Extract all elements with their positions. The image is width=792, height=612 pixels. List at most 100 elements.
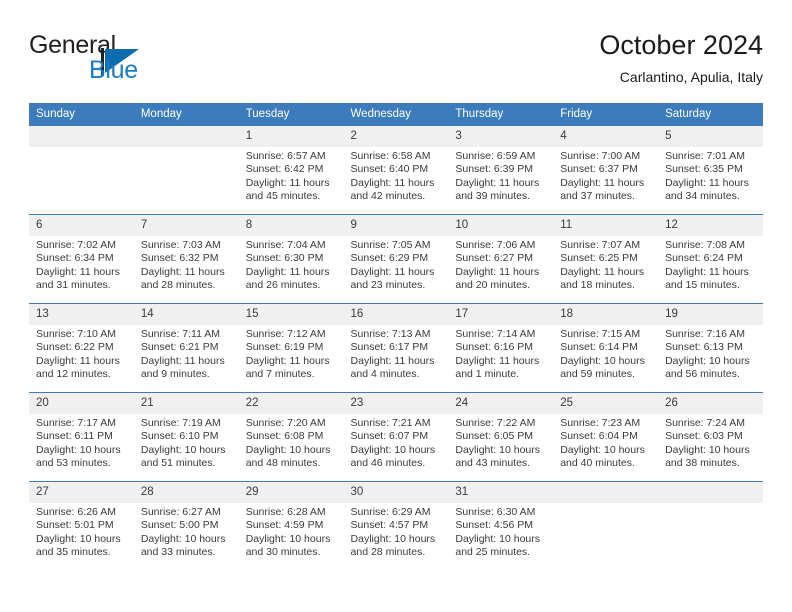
calendar-day-cell[interactable]: 21 Sunrise: 7:19 AM Sunset: 6:10 PM Dayligh…	[133, 392, 239, 482]
day-details: Sunrise: 7:07 AM Sunset: 6:25 PM Daylight:…	[553, 236, 658, 293]
calendar-header-row: Sunday Monday Tuesday Wednesday Thursday…	[29, 103, 763, 126]
calendar-day-cell[interactable]: 20 Sunrise: 7:17 AM Sunset: 6:11 PM Dayligh…	[29, 392, 134, 482]
day-number	[29, 126, 134, 147]
sunrise-text: Sunrise: 7:02 AM	[36, 239, 116, 251]
sunset-text: Sunset: 6:30 PM	[245, 252, 324, 265]
sunset-text: Sunset: 6:04 PM	[560, 430, 638, 443]
day-number: 1	[238, 126, 344, 147]
calendar-day-cell[interactable]: 2 Sunrise: 6:58 AM Sunset: 6:40 PM Daylight…	[343, 126, 449, 215]
sunset-text: Sunset: 6:10 PM	[140, 430, 219, 443]
calendar-day-cell[interactable]: 14 Sunrise: 7:11 AM Sunset: 6:21 PM Dayligh…	[133, 303, 239, 393]
calendar-day-cell[interactable]: 1 Sunrise: 6:57 AM Sunset: 6:42 PM Daylight…	[238, 126, 344, 215]
calendar-day-cell[interactable]: 10 Sunrise: 7:06 AM Sunset: 6:27 PM Dayligh…	[448, 214, 554, 304]
calendar-day-cell[interactable]: 15 Sunrise: 7:12 AM Sunset: 6:19 PM Dayligh…	[238, 303, 344, 393]
day-number: 22	[238, 393, 344, 414]
daylight-text: Daylight: 10 hours and 40 minutes.	[560, 443, 645, 470]
sunset-text: Sunset: 5:00 PM	[140, 519, 219, 532]
calendar-day-cell[interactable]: 12 Sunrise: 7:08 AM Sunset: 6:24 PM Dayligh…	[658, 214, 763, 304]
day-details: Sunrise: 7:01 AM Sunset: 6:35 PM Daylight:…	[658, 147, 763, 204]
day-number: 11	[553, 215, 659, 236]
weekday-header-monday: Monday	[133, 103, 239, 126]
sunrise-text: Sunrise: 7:21 AM	[350, 417, 431, 429]
day-number: 16	[343, 304, 449, 325]
sunrise-text: Sunrise: 7:04 AM	[245, 239, 326, 251]
daylight-text: Daylight: 11 hours and 23 minutes.	[350, 265, 435, 292]
calendar-day-cell[interactable]: 22 Sunrise: 7:20 AM Sunset: 6:08 PM Dayligh…	[238, 392, 344, 482]
sunset-text: Sunset: 6:19 PM	[245, 341, 324, 354]
calendar-day-cell[interactable]: 17 Sunrise: 7:14 AM Sunset: 6:16 PM Dayligh…	[448, 303, 554, 393]
calendar-day-cell[interactable]: 9 Sunrise: 7:05 AM Sunset: 6:29 PM Daylight…	[343, 214, 449, 304]
day-number: 13	[29, 304, 134, 325]
sunset-text: Sunset: 6:16 PM	[455, 341, 534, 354]
calendar-day-cell[interactable]: 31 Sunrise: 6:30 AM Sunset: 4:56 PM Dayligh…	[448, 481, 554, 570]
calendar-week-row: 6 Sunrise: 7:02 AM Sunset: 6:34 PM Daylight…	[29, 214, 763, 304]
day-details: Sunrise: 7:17 AM Sunset: 6:11 PM Daylight:…	[29, 414, 134, 471]
sunrise-text: Sunrise: 7:15 AM	[560, 328, 641, 340]
weekday-header-thursday: Thursday	[448, 103, 554, 126]
sunrise-text: Sunrise: 7:12 AM	[245, 328, 326, 340]
day-number: 24	[448, 393, 554, 414]
day-details: Sunrise: 7:02 AM Sunset: 6:34 PM Daylight:…	[29, 236, 134, 293]
daylight-text: Daylight: 11 hours and 15 minutes.	[665, 265, 749, 292]
daylight-text: Daylight: 11 hours and 39 minutes.	[455, 176, 540, 203]
calendar-day-cell[interactable]: 8 Sunrise: 7:04 AM Sunset: 6:30 PM Daylight…	[238, 214, 344, 304]
daylight-text: Daylight: 10 hours and 25 minutes.	[455, 532, 541, 559]
day-number: 14	[133, 304, 239, 325]
sunset-text: Sunset: 6:37 PM	[560, 163, 638, 176]
sunset-text: Sunset: 6:07 PM	[350, 430, 429, 443]
day-number: 29	[238, 482, 344, 503]
calendar-day-cell[interactable]: 30 Sunrise: 6:29 AM Sunset: 4:57 PM Dayligh…	[343, 481, 449, 570]
sunset-text: Sunset: 6:13 PM	[665, 341, 743, 354]
daylight-text: Daylight: 10 hours and 43 minutes.	[455, 443, 541, 470]
calendar-day-cell-empty	[553, 481, 659, 570]
calendar-day-cell[interactable]: 7 Sunrise: 7:03 AM Sunset: 6:32 PM Daylight…	[133, 214, 239, 304]
daylight-text: Daylight: 11 hours and 12 minutes.	[36, 354, 120, 381]
calendar-day-cell[interactable]: 19 Sunrise: 7:16 AM Sunset: 6:13 PM Dayligh…	[658, 303, 763, 393]
sunrise-text: Sunrise: 6:59 AM	[455, 150, 536, 162]
sunset-text: Sunset: 4:57 PM	[350, 519, 429, 532]
weekday-header-saturday: Saturday	[658, 103, 763, 126]
calendar-day-cell[interactable]: 28 Sunrise: 6:27 AM Sunset: 5:00 PM Dayligh…	[133, 481, 239, 570]
calendar-day-cell[interactable]: 18 Sunrise: 7:15 AM Sunset: 6:14 PM Dayligh…	[553, 303, 659, 393]
weekday-header-friday: Friday	[553, 103, 659, 126]
calendar-day-cell[interactable]: 6 Sunrise: 7:02 AM Sunset: 6:34 PM Daylight…	[29, 214, 134, 304]
calendar-day-cell[interactable]: 11 Sunrise: 7:07 AM Sunset: 6:25 PM Dayligh…	[553, 214, 659, 304]
day-number	[658, 482, 763, 503]
calendar-day-cell[interactable]: 29 Sunrise: 6:28 AM Sunset: 4:59 PM Dayligh…	[238, 481, 344, 570]
daylight-text: Daylight: 11 hours and 42 minutes.	[350, 176, 435, 203]
daylight-text: Daylight: 11 hours and 18 minutes.	[560, 265, 645, 292]
calendar-day-cell[interactable]: 25 Sunrise: 7:23 AM Sunset: 6:04 PM Dayligh…	[553, 392, 659, 482]
day-number: 12	[658, 215, 763, 236]
sunrise-text: Sunrise: 6:28 AM	[245, 506, 326, 518]
calendar-day-cell-empty	[133, 126, 239, 215]
calendar-day-cell[interactable]: 4 Sunrise: 7:00 AM Sunset: 6:37 PM Daylight…	[553, 126, 659, 215]
day-number: 30	[343, 482, 449, 503]
calendar-day-cell[interactable]: 27 Sunrise: 6:26 AM Sunset: 5:01 PM Dayligh…	[29, 481, 134, 570]
day-number: 9	[343, 215, 449, 236]
calendar-day-cell[interactable]: 16 Sunrise: 7:13 AM Sunset: 6:17 PM Dayligh…	[343, 303, 449, 393]
calendar-week-row: 27 Sunrise: 6:26 AM Sunset: 5:01 PM Dayligh…	[29, 481, 763, 570]
brand-logo[interactable]: General Blue	[29, 31, 219, 89]
day-number: 28	[133, 482, 239, 503]
daylight-text: Daylight: 10 hours and 59 minutes.	[560, 354, 645, 381]
calendar-day-cell[interactable]: 5 Sunrise: 7:01 AM Sunset: 6:35 PM Daylight…	[658, 126, 763, 215]
day-details: Sunrise: 7:05 AM Sunset: 6:29 PM Daylight:…	[344, 236, 449, 293]
calendar-day-cell[interactable]: 3 Sunrise: 6:59 AM Sunset: 6:39 PM Daylight…	[448, 126, 554, 215]
day-number: 21	[133, 393, 239, 414]
sunset-text: Sunset: 6:17 PM	[350, 341, 429, 354]
day-number: 25	[553, 393, 659, 414]
day-number: 4	[553, 126, 659, 147]
calendar-day-cell[interactable]: 13 Sunrise: 7:10 AM Sunset: 6:22 PM Dayligh…	[29, 303, 134, 393]
day-details: Sunrise: 7:06 AM Sunset: 6:27 PM Daylight:…	[448, 236, 553, 293]
day-details: Sunrise: 7:04 AM Sunset: 6:30 PM Daylight:…	[239, 236, 344, 293]
day-details: Sunrise: 6:27 AM Sunset: 5:00 PM Daylight:…	[134, 503, 239, 560]
calendar-day-cell[interactable]: 23 Sunrise: 7:21 AM Sunset: 6:07 PM Dayligh…	[343, 392, 449, 482]
sunset-text: Sunset: 6:29 PM	[350, 252, 429, 265]
calendar-week-row: 13 Sunrise: 7:10 AM Sunset: 6:22 PM Dayligh…	[29, 303, 763, 393]
calendar-day-cell[interactable]: 24 Sunrise: 7:22 AM Sunset: 6:05 PM Dayligh…	[448, 392, 554, 482]
sunset-text: Sunset: 6:34 PM	[36, 252, 114, 265]
sunrise-text: Sunrise: 7:06 AM	[455, 239, 536, 251]
calendar-page: General Blue October 2024 Carlantino, Ap…	[0, 0, 792, 612]
title-block: October 2024 Carlantino, Apulia, Italy	[599, 28, 763, 87]
calendar-day-cell[interactable]: 26 Sunrise: 7:24 AM Sunset: 6:03 PM Dayligh…	[658, 392, 763, 482]
